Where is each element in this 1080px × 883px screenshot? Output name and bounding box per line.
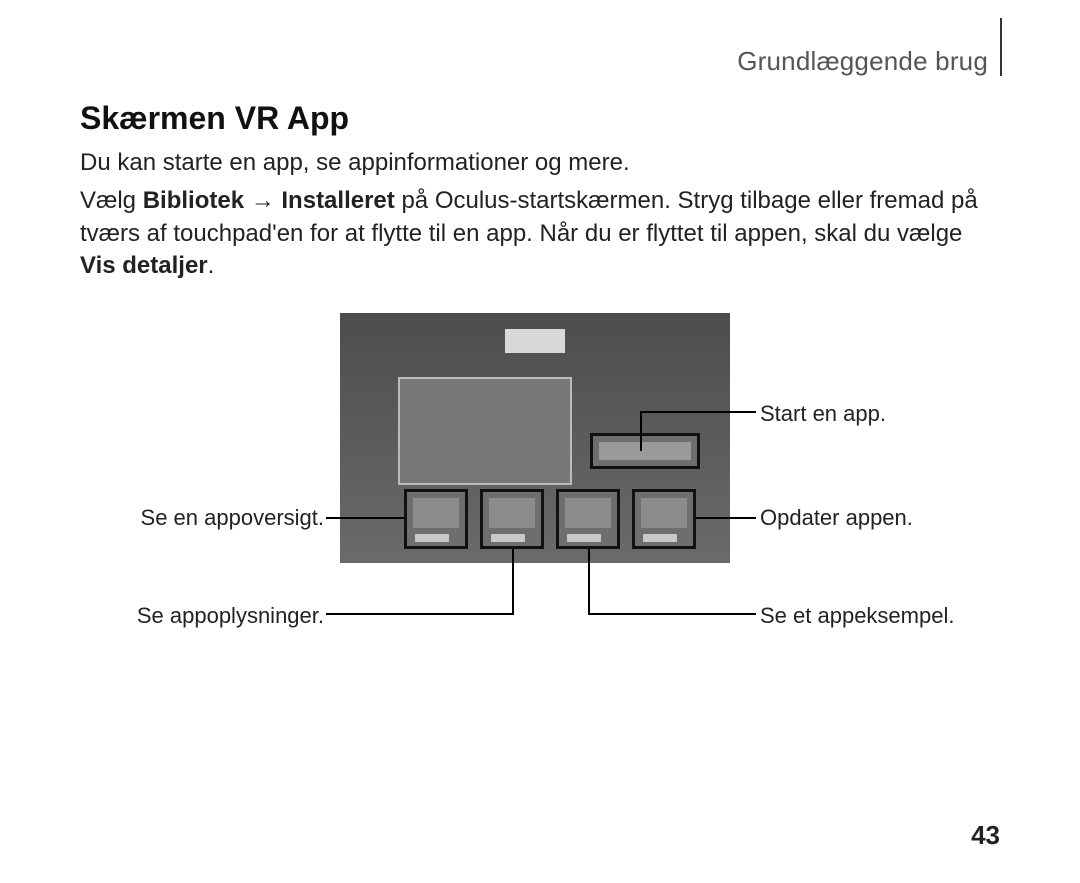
callout-update: Opdater appen. bbox=[760, 505, 913, 531]
leader-line bbox=[588, 613, 756, 615]
manual-page: Grundlæggende brug Skærmen VR App Du kan… bbox=[0, 0, 1080, 883]
text-segment: Vælg bbox=[80, 187, 143, 214]
text-segment: . bbox=[208, 252, 215, 279]
menu-item-library: Bibliotek bbox=[143, 187, 244, 214]
callout-overview: Se en appoversigt. bbox=[94, 505, 324, 531]
leader-line bbox=[640, 411, 642, 451]
screenshot-tile-2 bbox=[480, 489, 544, 549]
screenshot-tile-4 bbox=[632, 489, 696, 549]
callout-app-info: Se appoplysninger. bbox=[94, 603, 324, 629]
page-number: 43 bbox=[971, 820, 1000, 851]
instruction-paragraph: Vælg Bibliotek → Installeret på Oculus-s… bbox=[80, 185, 1000, 282]
callout-example: Se et appeksempel. bbox=[760, 603, 954, 629]
leader-line bbox=[326, 613, 514, 615]
screenshot-start-button bbox=[590, 433, 700, 469]
arrow-glyph: → bbox=[244, 187, 281, 214]
intro-paragraph: Du kan starte en app, se appinformatione… bbox=[80, 147, 1000, 179]
screenshot-topbar bbox=[505, 329, 565, 353]
screenshot-preview bbox=[398, 377, 572, 485]
section-label: Grundlæggende brug bbox=[737, 46, 988, 77]
menu-item-installed: Installeret bbox=[281, 187, 394, 214]
leader-line bbox=[696, 517, 756, 519]
leader-line bbox=[512, 549, 514, 615]
vr-app-diagram: Start en app. Se en appoversigt. Opdater… bbox=[80, 313, 1000, 673]
screenshot-tile-3 bbox=[556, 489, 620, 549]
header-divider bbox=[1000, 18, 1002, 76]
screenshot-panel bbox=[340, 313, 730, 563]
leader-line bbox=[326, 517, 404, 519]
page-title: Skærmen VR App bbox=[80, 100, 1000, 137]
action-view-details: Vis detaljer bbox=[80, 252, 208, 279]
leader-line bbox=[640, 411, 756, 413]
callout-start-app: Start en app. bbox=[760, 401, 886, 427]
screenshot-tile-1 bbox=[404, 489, 468, 549]
leader-line bbox=[588, 549, 590, 615]
